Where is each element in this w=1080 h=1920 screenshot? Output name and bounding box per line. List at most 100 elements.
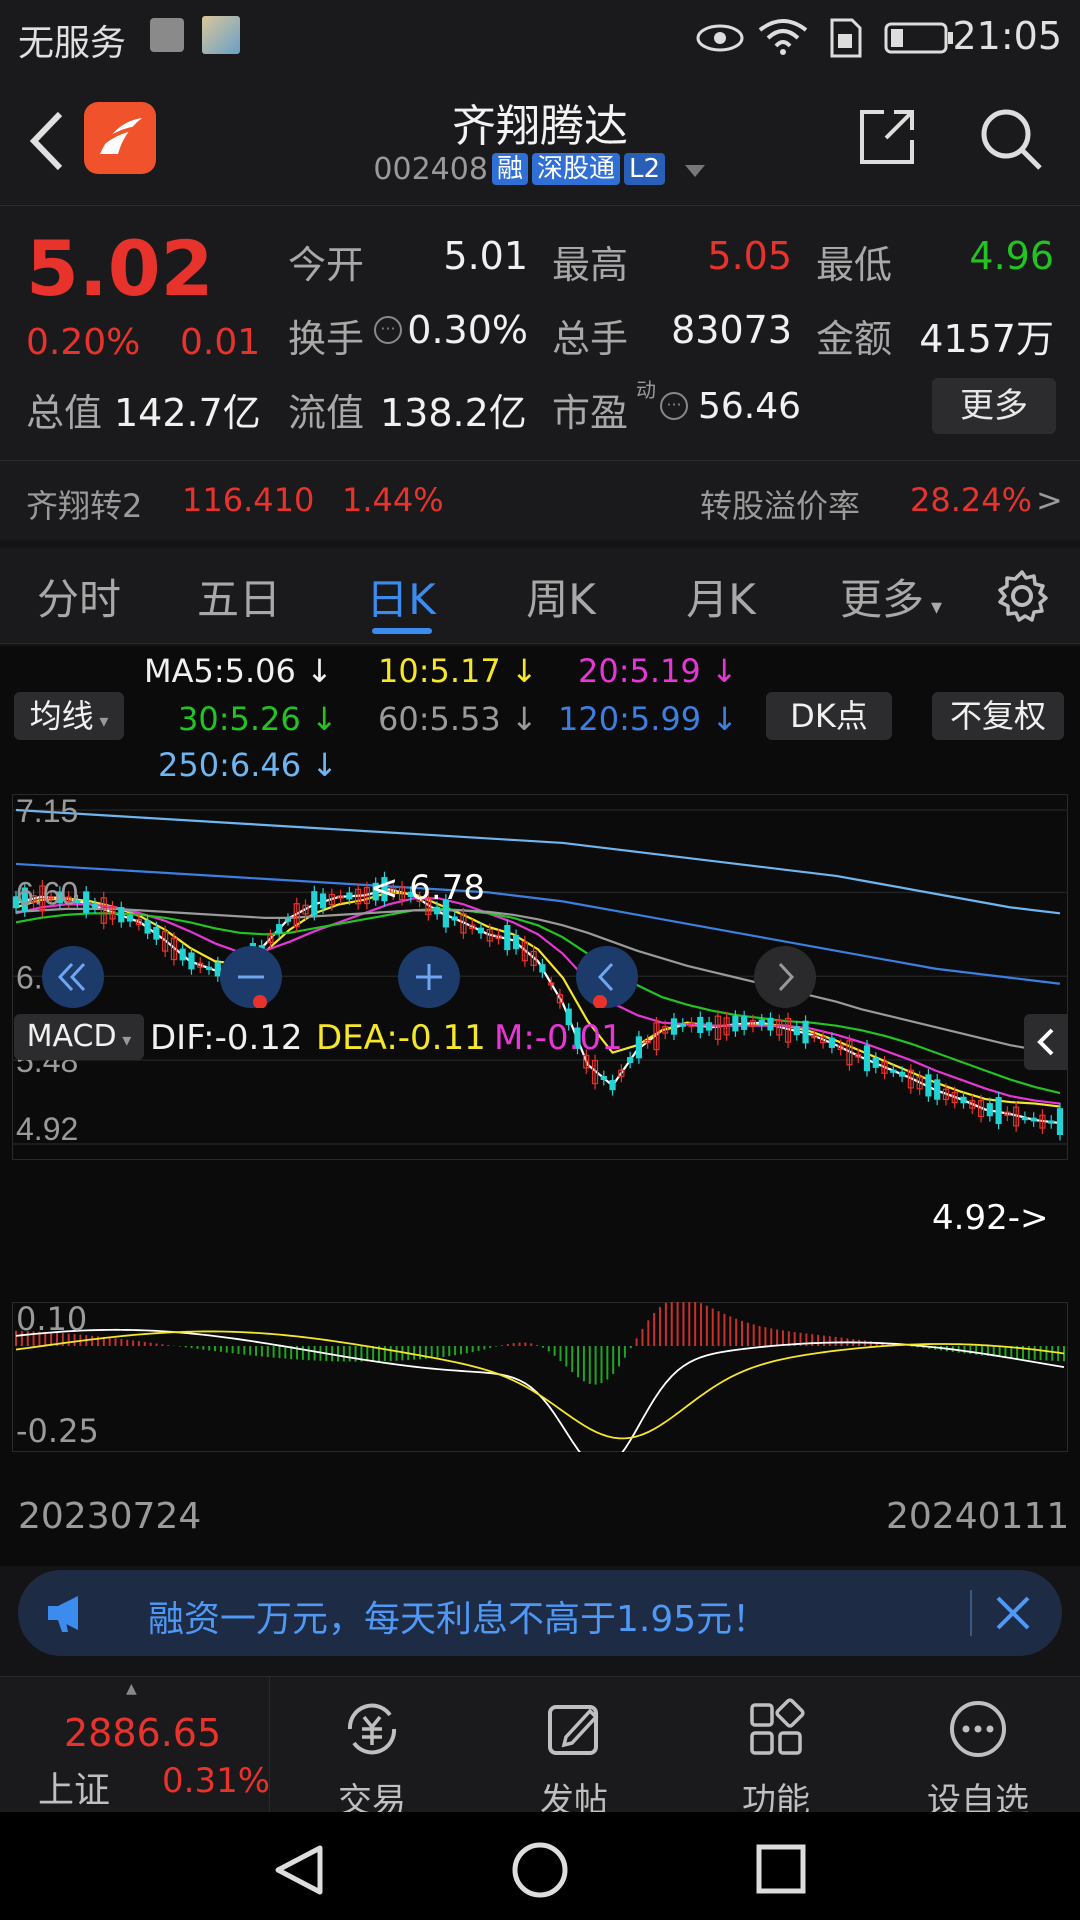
nav-back-icon[interactable]: [270, 1842, 330, 1898]
close-icon[interactable]: [992, 1592, 1034, 1634]
watchlist-button[interactable]: 设自选: [898, 1697, 1058, 1822]
candle-body: [1048, 1120, 1055, 1124]
pe-info-icon[interactable]: ···: [660, 392, 688, 420]
period-tabs: 分时 五日 日K 周K 月K 更多 ▾: [0, 548, 1080, 644]
candle-body: [898, 1071, 906, 1077]
tab-monthly-k[interactable]: 月K: [676, 566, 766, 627]
status-bar: 无服务 21:05: [0, 0, 1080, 78]
candle-body: [319, 893, 327, 909]
macd-indicator-button[interactable]: MACD ▾: [14, 1014, 144, 1060]
grid-apps-icon: [750, 1698, 805, 1755]
macd-m: M:-0.01: [494, 1018, 623, 1058]
zoom-out-button[interactable]: [220, 946, 282, 1009]
candle-body: [670, 1018, 678, 1035]
index-name: 上证: [38, 1770, 111, 1811]
candle-body: [758, 1019, 765, 1026]
candle-body: [504, 925, 511, 951]
stock-code: 002408: [373, 152, 488, 187]
candle-body: [126, 915, 134, 922]
candle-body: [1056, 1108, 1064, 1136]
caret-down-icon: ▾: [93, 711, 109, 732]
connect-tag: 深股通: [531, 153, 620, 185]
more-dots-circle-icon: [950, 1701, 1006, 1757]
candle-body: [960, 1096, 967, 1104]
tab-intraday[interactable]: 分时: [34, 566, 124, 627]
candle-body: [83, 891, 90, 913]
stock-header: 齐翔腾达 002408 融深股通 L2: [0, 78, 1080, 206]
nav-recents-icon[interactable]: [754, 1842, 808, 1896]
candle-body: [512, 934, 520, 950]
tab-daily-k[interactable]: 日K: [356, 566, 446, 627]
trade-button[interactable]: 交易: [292, 1697, 452, 1822]
yuan-exchange-icon: [347, 1703, 397, 1755]
system-nav-bar: [0, 1812, 1080, 1920]
tab-five-day[interactable]: 五日: [194, 566, 284, 627]
features-button[interactable]: 功能: [696, 1697, 856, 1822]
macd-dif: DIF:-0.12: [150, 1018, 303, 1058]
macd-axis-top: 0.10: [16, 1300, 88, 1338]
convertible-bond-row[interactable]: 齐翔转2 116.410 1.44% 转股溢价率 28.24% >: [0, 460, 1080, 540]
candle-body: [434, 906, 441, 915]
ma5-legend: MA5:5.06 ↓: [144, 652, 333, 690]
info-icon[interactable]: ···: [374, 316, 402, 344]
candle-body: [311, 891, 318, 916]
macd-axis-bottom: -0.25: [16, 1412, 99, 1450]
promo-banner[interactable]: 融资一万元，每天利息不高于1.95元！: [18, 1570, 1062, 1656]
candle-body: [609, 1079, 616, 1091]
price-axis-tick: 6.60: [16, 875, 78, 911]
macd-chart[interactable]: [12, 1302, 1068, 1452]
premium-value: 28.24%: [910, 481, 1033, 519]
candle-body: [205, 966, 213, 970]
amount-label: 金额: [816, 317, 893, 361]
zoom-in-button[interactable]: [398, 946, 460, 1008]
candle-body: [986, 1103, 993, 1117]
photo-thumbnail-icon: [202, 16, 240, 54]
banner-divider: [970, 1590, 972, 1636]
scroll-right-button[interactable]: [754, 946, 816, 1008]
post-button[interactable]: 发帖: [494, 1697, 654, 1822]
candle-body: [284, 918, 292, 922]
candle-body: [153, 927, 160, 940]
caret-down-icon: ▾: [923, 595, 943, 620]
settings-gear-icon[interactable]: [994, 568, 1050, 624]
bond-change: 1.44%: [342, 481, 444, 519]
margin-tag: 融: [491, 153, 528, 185]
index-ticker[interactable]: ▲ 2886.65 上证 0.31%: [0, 1677, 270, 1813]
index-percent: 0.31%: [162, 1761, 271, 1801]
pe-value: 56.46: [698, 386, 802, 427]
macd-dea-line: [15, 1330, 1065, 1440]
bond-name: 齐翔转2: [26, 487, 143, 525]
ma-toggle-label: 均线: [29, 697, 94, 735]
price-adjust-button[interactable]: 不复权: [932, 692, 1064, 740]
candle-body: [539, 964, 546, 973]
more-button[interactable]: 更多: [932, 378, 1056, 434]
fast-scroll-left-button[interactable]: [42, 946, 104, 1008]
candle-body: [679, 1023, 686, 1027]
tab-more[interactable]: 更多 ▾: [836, 566, 946, 627]
chevron-left-icon: [1037, 1028, 1054, 1056]
total-cap-label: 总值: [26, 391, 103, 435]
dk-point-button[interactable]: DK点: [766, 692, 892, 740]
candle-body: [1021, 1116, 1029, 1121]
share-icon[interactable]: [856, 106, 918, 168]
caret-down-icon: [684, 164, 705, 177]
price-chart[interactable]: 7.156.606.045.484.92: [12, 794, 1068, 1160]
candle-body: [793, 1026, 800, 1036]
stock-code-row[interactable]: 002408 融深股通 L2: [0, 152, 1080, 187]
candle-body: [872, 1057, 879, 1068]
plus-icon: [416, 964, 442, 990]
banner-text: 融资一万元，每天利息不高于1.95元！: [148, 1599, 769, 1640]
turnover-label: 换手: [288, 317, 365, 361]
collapse-panel-button[interactable]: [1024, 1014, 1068, 1070]
ma-toggle-button[interactable]: 均线 ▾: [14, 692, 124, 740]
ma250-legend: 250:6.46 ↓: [158, 746, 339, 784]
tab-weekly-k[interactable]: 周K: [516, 566, 606, 627]
bottom-bar: ▲ 2886.65 上证 0.31% 交易 发帖 功能 设自选: [0, 1676, 1080, 1821]
search-icon[interactable]: [978, 106, 1046, 174]
volume-value: 83073: [671, 308, 792, 352]
scroll-left-button[interactable]: [576, 946, 638, 1009]
double-chevron-left-icon: [57, 962, 86, 992]
change-amount: 0.01: [180, 322, 261, 363]
candle-body: [890, 1069, 897, 1073]
nav-home-icon[interactable]: [510, 1840, 570, 1900]
